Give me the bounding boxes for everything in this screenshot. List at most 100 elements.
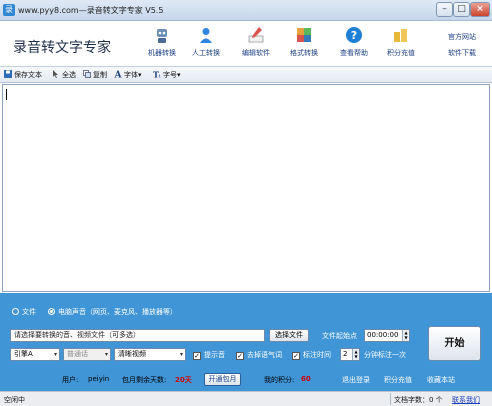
- language-select[interactable]: 普通话 ▾: [63, 348, 111, 361]
- source-file-label: 文件: [22, 308, 36, 316]
- copy-button[interactable]: 复制: [83, 70, 107, 80]
- save-icon: [4, 70, 12, 78]
- brand-title: 录音转文字专家: [13, 40, 111, 56]
- favorite-link[interactable]: 收藏本站: [427, 375, 455, 385]
- account-info-bar: 用户: peiyin 包月剩余天数: 20天 开通包月 我的积分: 60 退出登…: [0, 369, 492, 391]
- title-bar: 录 www.pyy8.com—录音转文字专家 V5.5 – □ ×: [0, 0, 492, 21]
- start-point-label: 文件起始点: [322, 332, 357, 340]
- points-label: 我的积分:: [264, 376, 295, 384]
- points-value: 60: [301, 375, 311, 383]
- font-dropdown[interactable]: A 字体▾: [114, 70, 142, 81]
- select-all-button[interactable]: 全选: [52, 70, 76, 80]
- points-recharge-button[interactable]: 积分充值: [381, 26, 421, 64]
- help-button[interactable]: ? 查看帮助: [334, 26, 374, 64]
- username: peiyin: [88, 375, 110, 383]
- transcript-text-area[interactable]: [2, 84, 490, 292]
- spinner-icon[interactable]: ▲ ▼: [402, 330, 409, 341]
- window-title: www.pyy8.com—录音转文字专家 V5.5: [18, 6, 164, 15]
- checkmark-icon: ✓: [236, 352, 244, 360]
- select-all-label: 全选: [62, 71, 76, 79]
- remove-filler-label: 去掉语气词: [247, 351, 282, 359]
- edit-software-button[interactable]: 编辑软件: [236, 26, 276, 64]
- radio-off-icon: [12, 308, 19, 315]
- checkmark-icon: ✓: [292, 352, 300, 360]
- contact-link[interactable]: 联系我们: [452, 395, 480, 405]
- chevron-down-icon: ▾: [179, 351, 183, 358]
- chevron-down-icon: ▾: [138, 71, 142, 79]
- file-path-input[interactable]: 请选择要转换的音、视频文件（可多选）: [10, 329, 265, 342]
- robot-icon: [153, 26, 171, 44]
- format-convert-button[interactable]: 格式转换: [284, 26, 324, 64]
- interval-value: 2: [343, 350, 348, 358]
- pen-icon: [247, 26, 265, 44]
- help-icon: ?: [345, 26, 363, 44]
- engine-value: 引擎A: [14, 350, 33, 358]
- svg-text:?: ?: [351, 29, 357, 42]
- source-hint: （网页、麦克风、播放器等）: [86, 308, 177, 316]
- manual-convert-button[interactable]: 人工转换: [186, 26, 226, 64]
- chevron-down-icon: ▾: [53, 351, 57, 358]
- user-label: 用户:: [62, 376, 79, 384]
- header-banner: 录音转文字专家 机器转换 人工转换 编辑软件 格式转换 ? 查看帮助 积分充值: [0, 21, 492, 66]
- interval-stepper[interactable]: 2 ▲ ▼: [340, 348, 360, 361]
- cursor-icon: [52, 70, 60, 78]
- coins-icon: [392, 26, 410, 44]
- engine-select[interactable]: 引擎A ▾: [10, 348, 60, 361]
- copy-icon: [83, 70, 91, 78]
- chevron-down-icon: ▾: [177, 71, 181, 79]
- char-count: 文档字数：0 个: [394, 396, 443, 404]
- start-time-field[interactable]: 00:00:00 ▲ ▼: [364, 329, 410, 342]
- machine-convert-button[interactable]: 机器转换: [142, 26, 182, 64]
- font-size-label: 字号: [163, 71, 177, 79]
- remove-filler-checkbox[interactable]: ✓ 去掉语气词: [236, 350, 282, 360]
- language-value: 普通话: [67, 350, 88, 358]
- machine-convert-label: 机器转换: [148, 49, 176, 57]
- start-time-value: 00:00:00: [367, 331, 399, 339]
- prompt-sound-checkbox[interactable]: ✓ 提示音: [193, 350, 225, 360]
- toolbar: 保存文本 全选 复制 A 字体▾ Tt 字号▾: [0, 66, 492, 83]
- select-file-button[interactable]: 选择文件: [269, 329, 309, 342]
- text-caret: [6, 89, 7, 100]
- save-text-label: 保存文本: [14, 71, 42, 79]
- radio-on-icon: [48, 308, 55, 315]
- cube-icon: [295, 26, 313, 44]
- format-convert-label: 格式转换: [290, 49, 318, 57]
- recharge-link[interactable]: 积分充值: [384, 375, 412, 385]
- help-label: 查看帮助: [340, 49, 368, 57]
- points-recharge-label: 积分充值: [387, 49, 415, 57]
- app-icon: 录: [3, 4, 15, 16]
- edit-software-label: 编辑软件: [242, 49, 270, 57]
- save-text-button[interactable]: 保存文本: [4, 70, 42, 80]
- source-computer-radio[interactable]: 电脑声音（网页、麦克风、播放器等）: [48, 307, 177, 317]
- source-computer-label: 电脑声音: [58, 308, 86, 316]
- prompt-sound-label: 提示音: [204, 351, 225, 359]
- person-icon: [197, 26, 215, 44]
- timestamp-label: 标注时间: [303, 351, 331, 359]
- quality-select[interactable]: 清晰视频 ▾: [114, 348, 186, 361]
- timestamp-checkbox[interactable]: ✓ 标注时间: [292, 350, 331, 360]
- copy-label: 复制: [93, 71, 107, 79]
- spinner-icon[interactable]: ▲ ▼: [352, 349, 359, 360]
- start-button[interactable]: 开始: [428, 326, 481, 361]
- maximize-button[interactable]: □: [453, 2, 470, 17]
- software-download-link[interactable]: 软件下载: [448, 48, 476, 58]
- official-site-link[interactable]: 官方网站: [448, 32, 476, 42]
- minimize-button[interactable]: –: [436, 2, 453, 17]
- svg-text:A: A: [114, 71, 122, 79]
- status-state: 空闲中: [4, 396, 25, 404]
- checkmark-icon: ✓: [193, 352, 201, 360]
- close-button[interactable]: ×: [470, 2, 490, 17]
- font-icon: A: [114, 70, 123, 81]
- status-bar: 空闲中 文档字数：0 个 联系我们: [0, 391, 492, 406]
- days-remaining: 20天: [175, 376, 192, 384]
- days-label: 包月剩余天数:: [122, 376, 167, 384]
- svg-text:t: t: [158, 74, 160, 79]
- font-label: 字体: [124, 71, 138, 79]
- font-size-dropdown[interactable]: Tt 字号▾: [153, 70, 181, 80]
- open-monthly-button[interactable]: 开通包月: [204, 373, 241, 386]
- quality-value: 清晰视频: [118, 350, 146, 358]
- source-file-radio[interactable]: 文件: [12, 307, 36, 317]
- chevron-down-icon: ▾: [104, 351, 108, 358]
- logout-link[interactable]: 退出登录: [342, 375, 370, 385]
- interval-suffix: 分钟标注一次: [364, 351, 406, 359]
